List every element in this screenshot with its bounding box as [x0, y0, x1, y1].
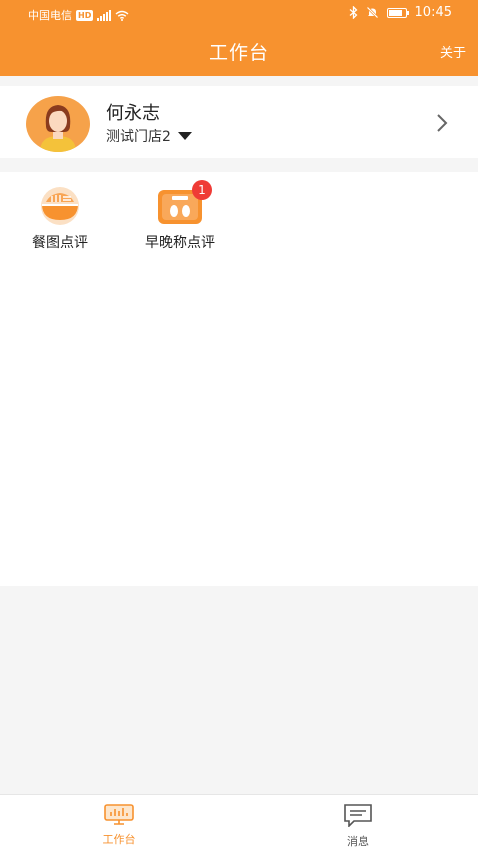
meal-review-icon [36, 186, 84, 226]
scale-review-label: 早晚称点评 [145, 235, 215, 251]
chevron-right-icon [437, 114, 448, 132]
caret-down-icon [177, 132, 192, 140]
tab-messages[interactable]: 消息 [318, 803, 398, 849]
status-time: 10:45 [414, 5, 452, 20]
message-icon [344, 804, 372, 828]
bluetooth-icon [349, 6, 357, 19]
carrier-info: 中国电信 HD [28, 7, 129, 23]
store-selector[interactable]: 测试门店2 [106, 126, 192, 146]
carrier-name: 中国电信 [28, 9, 72, 22]
wifi-icon [115, 10, 129, 21]
about-button[interactable]: 关于 [440, 42, 466, 61]
status-right: 10:45 [349, 5, 452, 20]
notification-badge: 1 [192, 180, 212, 200]
status-bar: 中国电信 HD 10:45 [0, 0, 478, 28]
avatar [26, 96, 90, 152]
battery-icon [386, 7, 409, 18]
tab-workbench-label: 工作台 [102, 833, 136, 846]
profile-card[interactable]: 何永志 测试门店2 [0, 86, 478, 158]
tab-workbench[interactable]: 工作台 [79, 803, 159, 847]
meal-review-tool[interactable]: 餐图点评 [22, 186, 98, 252]
tab-messages-label: 消息 [347, 835, 369, 848]
workbench-icon [104, 804, 134, 825]
store-name: 测试门店2 [106, 129, 171, 145]
meal-review-label: 餐图点评 [32, 235, 88, 251]
tools-panel: 餐图点评 1 早晚称点评 [0, 172, 478, 586]
hd-badge: HD [76, 9, 94, 21]
scale-review-tool[interactable]: 1 早晚称点评 [132, 180, 228, 252]
bottom-tab-bar: 工作台 消息 [0, 794, 478, 850]
mute-icon [366, 6, 378, 19]
user-name: 何永志 [106, 103, 160, 124]
app-header: 中国电信 HD 10:45 工作台 关于 [0, 0, 478, 76]
signal-icon [97, 9, 112, 21]
page-title: 工作台 [208, 42, 269, 64]
scale-review-icon: 1 [156, 180, 212, 226]
